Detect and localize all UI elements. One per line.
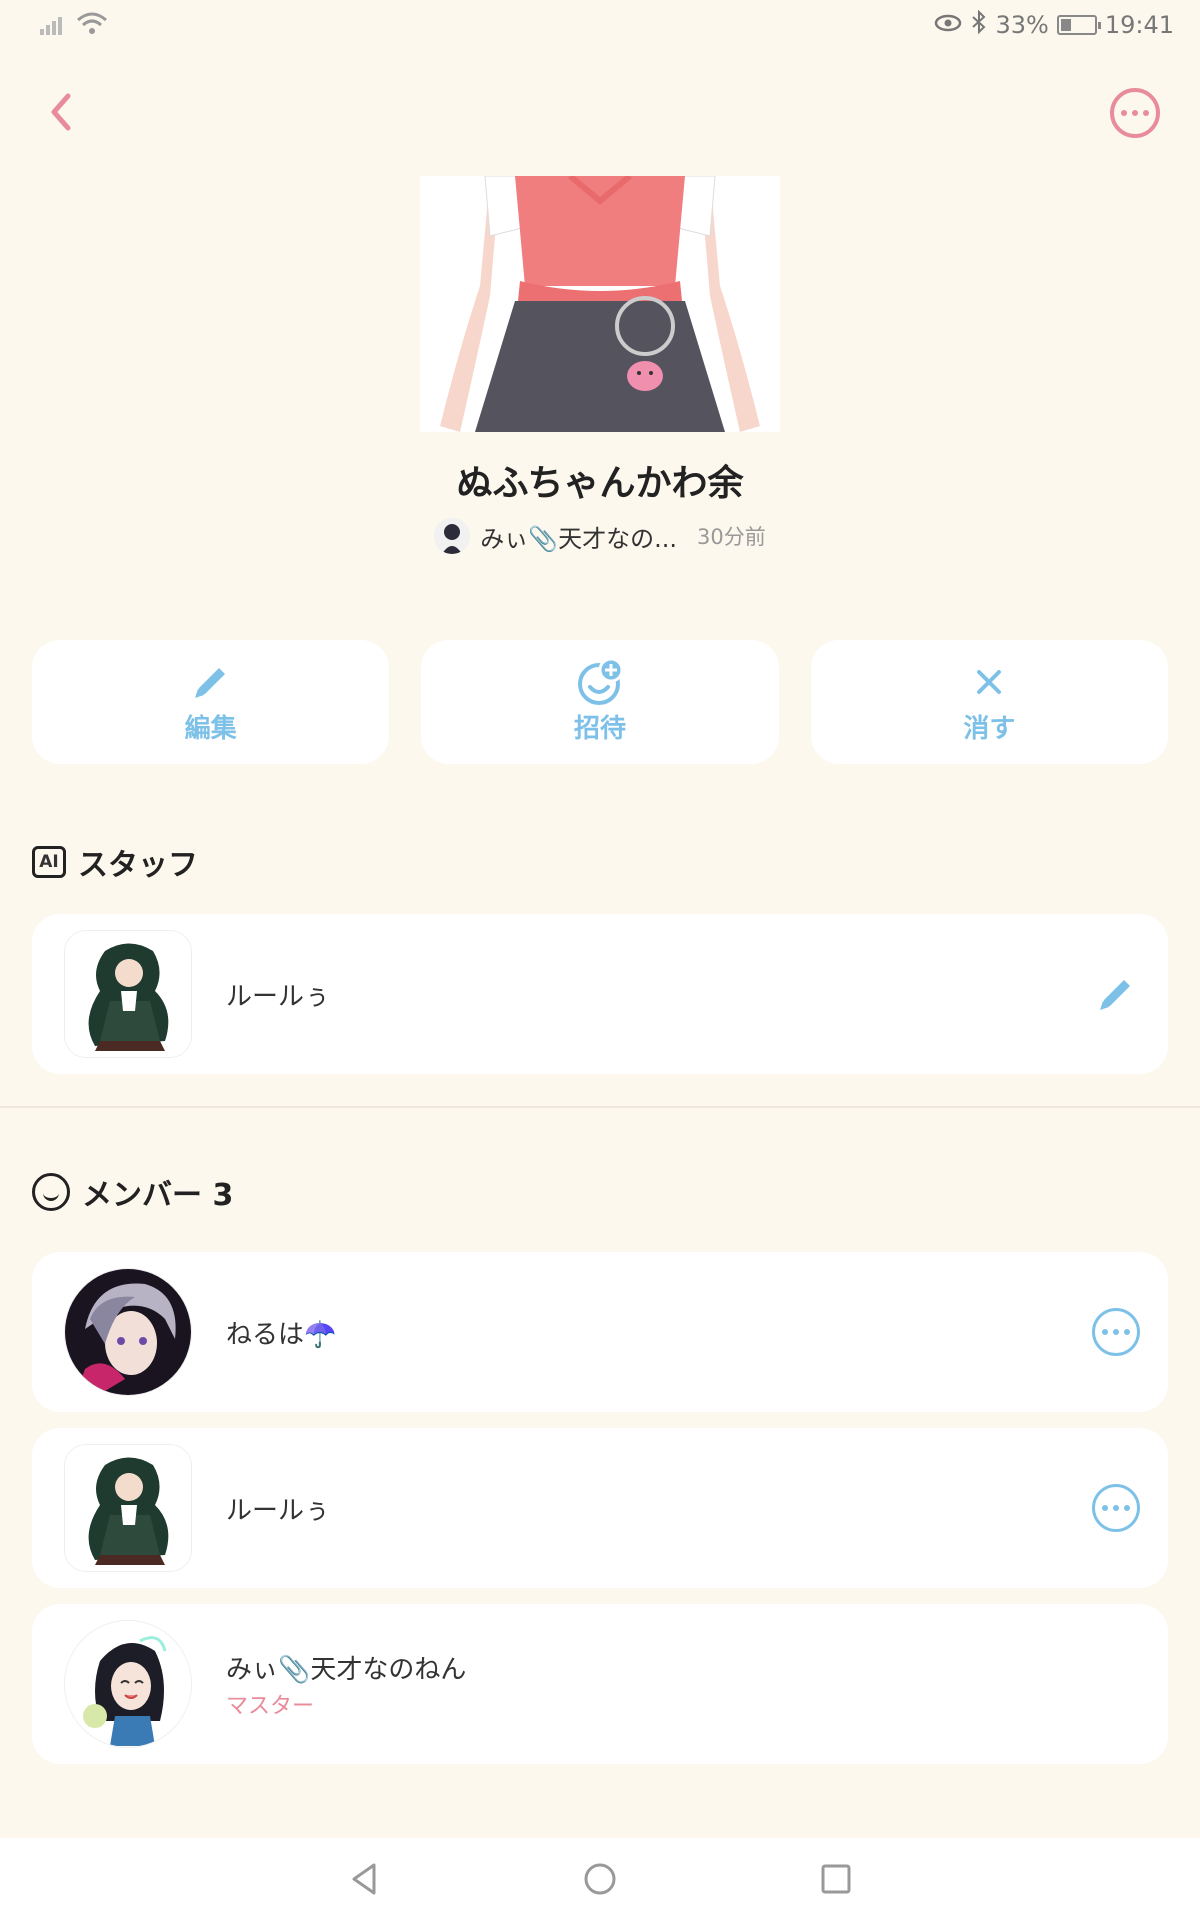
members-section-heading: メンバー 3 xyxy=(32,1170,233,1214)
member-more-button[interactable] xyxy=(1092,1484,1140,1532)
battery-percent: 33% xyxy=(995,11,1049,39)
staff-card[interactable]: ルールぅ xyxy=(32,914,1168,1074)
triangle-back-icon xyxy=(352,1863,376,1895)
action-buttons: 編集 招待 消す xyxy=(32,640,1168,764)
edit-button[interactable]: 編集 xyxy=(32,640,390,764)
delete-label: 消す xyxy=(963,713,1016,744)
more-options-button[interactable] xyxy=(1110,88,1160,138)
member-role-badge: マスター xyxy=(226,1693,315,1719)
nav-recents-button[interactable] xyxy=(818,1861,854,1897)
avatar xyxy=(64,1444,192,1572)
staff-name: ルールぅ xyxy=(226,981,331,1012)
room-title: ぬふちゃんかわ余 xyxy=(456,463,744,504)
member-more-button[interactable] xyxy=(1092,1308,1140,1356)
battery-level xyxy=(1060,19,1072,31)
invite-button[interactable]: 招待 xyxy=(421,640,779,764)
room-detail-page: 33% 19:41 ぬふちゃんかわ余 みぃ📎天才なの... 30分前 編集 招待… xyxy=(0,0,1200,1920)
more-icon xyxy=(1121,110,1127,116)
back-button[interactable] xyxy=(42,88,82,136)
circle-home-icon xyxy=(584,1863,616,1895)
avatar xyxy=(64,1268,192,1396)
invite-label: 招待 xyxy=(573,713,626,744)
member-card[interactable]: ねるは☂️ xyxy=(32,1252,1168,1412)
invite-icon xyxy=(577,657,624,705)
staff-title: スタッフ xyxy=(78,848,198,883)
nav-back-button[interactable] xyxy=(346,1861,382,1897)
signal-icon xyxy=(40,13,68,39)
edit-staff-button[interactable] xyxy=(1092,970,1140,1018)
clock: 19:41 xyxy=(1104,11,1174,39)
close-icon xyxy=(977,669,1002,694)
system-navigation-bar xyxy=(0,1838,1200,1920)
room-meta: みぃ📎天才なの... 30分前 xyxy=(0,518,1200,554)
owner-name[interactable]: みぃ📎天才なの... xyxy=(480,519,677,554)
battery-icon xyxy=(1056,15,1101,35)
avatar xyxy=(64,930,192,1058)
avatar xyxy=(64,1620,192,1748)
nav-home-button[interactable] xyxy=(582,1861,618,1897)
square-recents-icon xyxy=(821,1864,851,1894)
room-cover-image xyxy=(420,176,780,432)
members-title: メンバー 3 xyxy=(82,1178,234,1213)
member-name: ルールぅ xyxy=(226,1495,331,1526)
edit-label: 編集 xyxy=(184,713,237,744)
wifi-icon xyxy=(76,12,108,40)
more-icon xyxy=(1102,1505,1108,1511)
chevron-left-icon xyxy=(51,93,71,131)
eye-icon xyxy=(933,11,963,39)
bluetooth-icon xyxy=(971,9,987,40)
status-bar: 33% 19:41 xyxy=(0,0,1200,50)
owner-avatar[interactable] xyxy=(434,518,471,554)
delete-button[interactable]: 消す xyxy=(810,640,1168,764)
more-icon xyxy=(1102,1329,1108,1335)
member-name: みぃ📎天才なのねん xyxy=(226,1654,467,1685)
character-illustration xyxy=(420,176,780,432)
member-card[interactable]: みぃ📎天才なのねん マスター xyxy=(32,1604,1168,1764)
ai-badge-icon: AI xyxy=(32,846,66,878)
section-divider xyxy=(0,1106,1200,1108)
pencil-icon xyxy=(1100,980,1130,1010)
staff-section-heading: AI スタッフ xyxy=(32,840,198,884)
member-card[interactable]: ルールぅ xyxy=(32,1428,1168,1588)
smile-icon xyxy=(32,1173,70,1211)
member-name: ねるは☂️ xyxy=(226,1319,337,1350)
updated-time: 30分前 xyxy=(697,525,766,549)
pencil-icon xyxy=(194,667,225,698)
